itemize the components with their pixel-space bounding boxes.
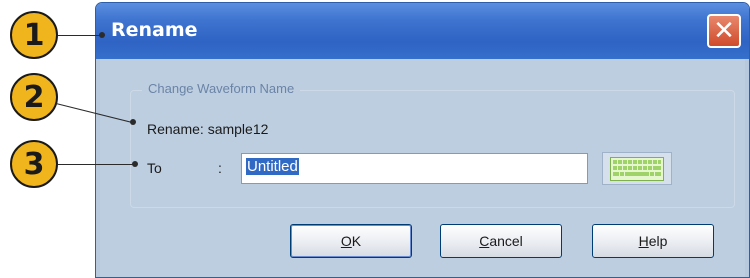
change-waveform-name-group xyxy=(130,90,735,208)
help-mnemonic: H xyxy=(638,233,649,249)
keyboard-icon xyxy=(610,156,664,181)
ok-button[interactable]: OK xyxy=(290,224,412,258)
help-label-rest: elp xyxy=(648,233,668,249)
title-bar: Rename ✕ xyxy=(96,3,749,59)
cancel-mnemonic: C xyxy=(479,233,490,249)
to-label: To xyxy=(147,160,162,176)
callout-3-dot xyxy=(132,161,138,167)
keyboard-button[interactable] xyxy=(602,152,672,185)
dialog-title: Rename xyxy=(111,19,198,41)
dialog-body: Change Waveform Name Rename: sample12 To… xyxy=(100,59,745,277)
callout-3-leader xyxy=(58,164,135,165)
ok-mnemonic: O xyxy=(340,233,352,249)
callout-3: 3 xyxy=(10,140,58,188)
cancel-button[interactable]: Cancel xyxy=(440,224,562,258)
new-name-selected-text: Untitled xyxy=(246,158,299,175)
rename-label: Rename: sample12 xyxy=(147,121,269,137)
callout-1: 1 xyxy=(10,11,58,59)
close-button[interactable]: ✕ xyxy=(707,14,741,48)
new-name-input[interactable]: Untitled xyxy=(241,153,588,184)
group-label: Change Waveform Name xyxy=(142,81,301,96)
close-icon: ✕ xyxy=(713,16,735,46)
cancel-label-rest: ancel xyxy=(489,233,523,249)
callout-1-leader xyxy=(58,35,102,36)
ok-label-rest: K xyxy=(351,233,362,249)
rename-dialog: Rename ✕ Change Waveform Name Rename: sa… xyxy=(95,2,750,278)
to-colon: : xyxy=(218,160,222,176)
help-button[interactable]: Help xyxy=(592,224,714,258)
callout-2-dot xyxy=(130,119,136,125)
callout-1-dot xyxy=(99,32,105,38)
callout-2: 2 xyxy=(10,73,58,121)
